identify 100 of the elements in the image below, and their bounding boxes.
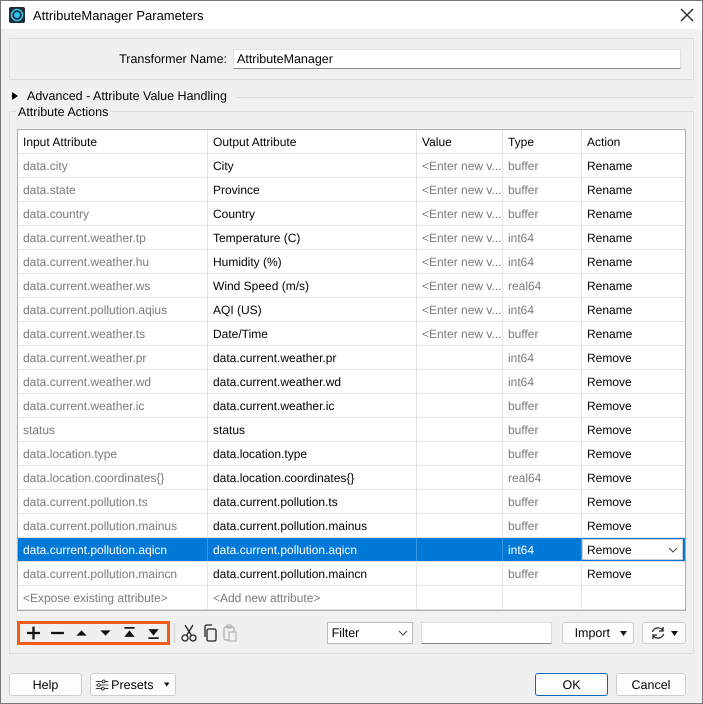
table-cell[interactable]: Rename (582, 178, 685, 201)
table-cell[interactable]: Remove (582, 346, 685, 369)
table-cell[interactable]: Wind Speed (m/s) (208, 274, 417, 297)
table-row[interactable]: data.current.weather.ws Wind Speed (m/s) <Enter new v... real64 Rename (18, 274, 685, 298)
table-cell[interactable]: <Enter new v... (417, 298, 503, 321)
table-cell[interactable]: Province (208, 178, 417, 201)
table-cell[interactable]: Remove (582, 394, 685, 417)
table-cell[interactable]: Remove (582, 514, 685, 537)
table-cell[interactable]: Rename (582, 298, 685, 321)
filter-dropdown[interactable]: Filter (326, 622, 413, 644)
presets-button[interactable]: Presets (90, 673, 176, 696)
table-cell[interactable]: data.location.type (208, 442, 417, 465)
table-row[interactable]: data.current.weather.hu Humidity (%) <Enter new v... int64 Rename (18, 250, 685, 274)
table-cell[interactable]: <Enter new v... (417, 178, 503, 201)
column-header[interactable]: Action (582, 130, 685, 153)
table-row[interactable]: data.country Country <Enter new v... buffer Rename (18, 202, 685, 226)
table-row[interactable]: data.current.pollution.ts data.current.pollution.ts buffer Remove (18, 490, 685, 514)
table-cell[interactable]: data.current.weather.wd (208, 370, 417, 393)
table-cell[interactable]: Remove (582, 490, 685, 513)
table-cell[interactable]: <Enter new v... (417, 154, 503, 177)
table-cell: data.current.weather.ic (18, 394, 208, 417)
table-cell: int64 (503, 226, 582, 249)
table-cell[interactable]: <Expose existing attribute> (18, 586, 208, 609)
table-row[interactable]: data.location.type data.location.type buffer Remove (18, 442, 685, 466)
table-row[interactable]: data.current.pollution.aqicn data.current.pollution.aqicn int64 Remove (18, 538, 685, 562)
table-cell[interactable]: data.current.pollution.mainus (208, 514, 417, 537)
table-cell[interactable]: Date/Time (208, 322, 417, 345)
refresh-icon (650, 626, 666, 640)
filter-field[interactable] (420, 622, 552, 644)
column-header[interactable]: Value (417, 130, 503, 153)
scissors-icon[interactable] (181, 624, 197, 642)
table-cell[interactable]: data.current.weather.ic (208, 394, 417, 417)
table-cell: data.current.weather.pr (18, 346, 208, 369)
table-cell[interactable]: Rename (582, 226, 685, 249)
refresh-button[interactable] (642, 622, 686, 644)
table-cell[interactable]: data.current.pollution.aqicn (208, 538, 417, 561)
cancel-button[interactable]: Cancel (616, 673, 686, 696)
table-cell[interactable]: Remove (582, 562, 685, 585)
plus-icon[interactable] (24, 624, 43, 642)
table-cell: data.current.pollution.mainus (18, 514, 208, 537)
caret-icon (671, 630, 678, 636)
table-cell[interactable]: Remove (582, 370, 685, 393)
field-label: Transformer Name: (118, 52, 228, 66)
table-cell[interactable]: data.current.pollution.maincn (208, 562, 417, 585)
table-cell: data.current.weather.tp (18, 226, 208, 249)
column-header[interactable]: Input Attribute (18, 130, 208, 153)
table-cell[interactable]: data.location.coordinates{} (208, 466, 417, 489)
table-cell[interactable]: <Enter new v... (417, 202, 503, 225)
close-icon[interactable] (680, 8, 694, 22)
column-header[interactable]: Type (503, 130, 582, 153)
table-row[interactable]: data.current.pollution.maincn data.current.pollution.maincn buffer Remove (18, 562, 685, 586)
table-cell[interactable]: Rename (582, 202, 685, 225)
table-cell[interactable]: Remove (582, 418, 685, 441)
table-cell[interactable]: Remove (582, 466, 685, 489)
table-cell[interactable]: status (208, 418, 417, 441)
section-header[interactable]: Advanced - Attribute Value Handling (27, 89, 227, 103)
table-cell[interactable]: Country (208, 202, 417, 225)
table-cell: int64 (503, 346, 582, 369)
table-row[interactable]: data.location.coordinates{} data.location.coordinates{} real64 Remove (18, 466, 685, 490)
table-row[interactable]: data.state Province <Enter new v... buffer Rename (18, 178, 685, 202)
table-cell: real64 (503, 466, 582, 489)
table-cell[interactable]: Rename (582, 274, 685, 297)
table-cell[interactable]: Rename (582, 322, 685, 345)
table-row[interactable]: data.current.weather.ic data.current.weather.ic buffer Remove (18, 394, 685, 418)
app-icon (9, 7, 25, 23)
table-cell[interactable]: <Add new attribute> (208, 586, 417, 609)
table-cell: buffer (503, 418, 582, 441)
table-row[interactable]: data.current.pollution.aqius AQI (US) <Enter new v... int64 Rename (18, 298, 685, 322)
table-cell[interactable]: AQI (US) (208, 298, 417, 321)
table-cell[interactable]: Temperature (C) (208, 226, 417, 249)
expand-arrow-icon[interactable] (12, 92, 18, 100)
table-cell: buffer (503, 562, 582, 585)
transformer-name-field[interactable]: AttributeManager (233, 49, 681, 69)
table-cell[interactable]: Remove (582, 442, 685, 465)
table-cell[interactable]: data.current.pollution.ts (208, 490, 417, 513)
table-cell[interactable]: <Enter new v... (417, 274, 503, 297)
table-cell[interactable]: City (208, 154, 417, 177)
table-row[interactable]: data.current.weather.pr data.current.weather.pr int64 Remove (18, 346, 685, 370)
column-header[interactable]: Output Attribute (208, 130, 417, 153)
table-cell[interactable]: <Enter new v... (417, 322, 503, 345)
action-dropdown[interactable]: Remove (582, 539, 683, 560)
table-cell[interactable]: Rename (582, 250, 685, 273)
table-row[interactable]: data.city City <Enter new v... buffer Rename (18, 154, 685, 178)
table-cell: int64 (503, 298, 582, 321)
import-button[interactable]: Import (562, 622, 634, 644)
table-cell[interactable]: <Enter new v... (417, 250, 503, 273)
table-cell: int64 (503, 250, 582, 273)
table-row[interactable]: data.current.weather.wd data.current.weather.wd int64 Remove (18, 370, 685, 394)
table-cell[interactable]: Rename (582, 154, 685, 177)
copy-icon[interactable] (203, 624, 217, 642)
table-cell[interactable]: <Enter new v... (417, 226, 503, 249)
table-row[interactable]: data.current.weather.tp Temperature (C) <Enter new v... int64 Rename (18, 226, 685, 250)
ok-button[interactable]: OK (535, 673, 608, 696)
help-button[interactable]: Help (9, 673, 82, 696)
table-cell[interactable]: Humidity (%) (208, 250, 417, 273)
table-row[interactable]: data.current.weather.ts Date/Time <Enter new v... buffer Rename (18, 322, 685, 346)
table-cell[interactable]: data.current.weather.pr (208, 346, 417, 369)
table-cell: buffer (503, 154, 582, 177)
table-row[interactable]: status status buffer Remove (18, 418, 685, 442)
caret-icon (164, 682, 169, 687)
